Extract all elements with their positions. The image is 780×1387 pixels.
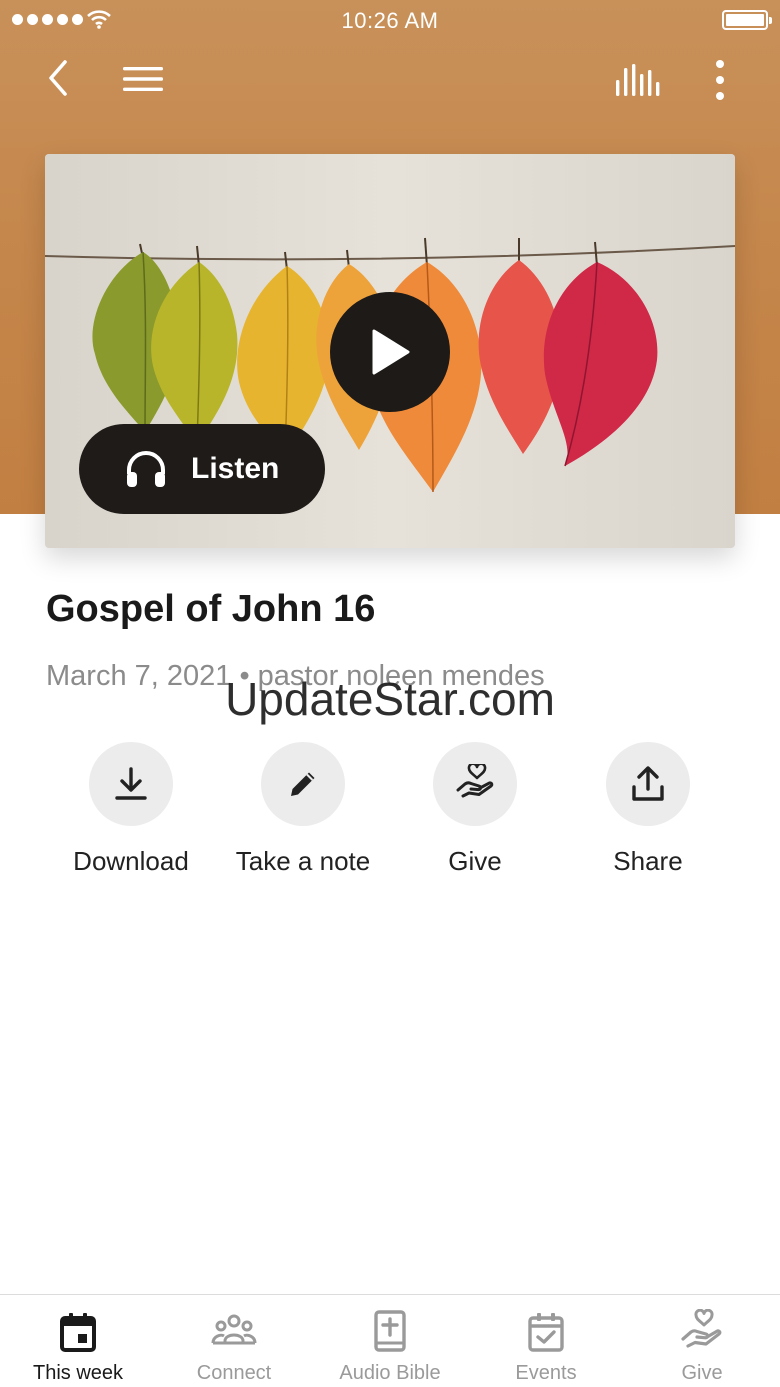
more-options-button[interactable] <box>700 56 740 104</box>
tab-give[interactable]: Give <box>624 1295 780 1387</box>
status-bar: 10:26 AM <box>0 0 780 40</box>
play-button[interactable] <box>330 292 450 412</box>
share-button[interactable]: Share <box>562 742 734 882</box>
battery-icon <box>722 10 772 30</box>
status-time: 10:26 AM <box>341 8 439 33</box>
tab-label: Give <box>681 1362 723 1384</box>
tab-label: Events <box>515 1362 577 1384</box>
vertical-dots-icon <box>716 60 724 100</box>
share-label: Share <box>613 846 683 876</box>
back-button[interactable] <box>38 56 78 100</box>
listen-label: Listen <box>191 452 280 485</box>
calendar-icon <box>60 1313 96 1352</box>
play-icon <box>372 329 410 375</box>
tab-label: Connect <box>196 1362 272 1384</box>
media-card: Listen <box>45 154 735 548</box>
download-icon <box>115 767 147 800</box>
take-note-circle <box>261 742 345 826</box>
tab-label: Audio Bible <box>339 1362 441 1384</box>
give-button[interactable]: Give <box>389 742 561 882</box>
listen-button[interactable]: Listen <box>79 424 325 514</box>
take-note-label: Take a note <box>235 846 371 876</box>
bible-icon <box>374 1310 406 1352</box>
group-icon <box>211 1314 257 1345</box>
audio-bars-icon <box>616 64 660 96</box>
menu-button[interactable] <box>118 58 168 100</box>
sermon-title: Gospel of John 16 <box>46 588 376 630</box>
tab-bar: This week Connect Audio Bible Events Giv… <box>0 1294 780 1387</box>
audio-levels-button[interactable] <box>612 58 662 102</box>
tab-events[interactable]: Events <box>468 1295 624 1387</box>
give-label: Give <box>448 846 502 876</box>
calendar-check-icon <box>528 1313 564 1352</box>
tab-label: This week <box>32 1362 124 1384</box>
give-circle <box>433 742 517 826</box>
heart-hand-icon <box>681 1309 722 1348</box>
tab-audio-bible[interactable]: Audio Bible <box>312 1295 468 1387</box>
tab-connect[interactable]: Connect <box>156 1295 312 1387</box>
heart-hand-icon <box>456 764 494 798</box>
chevron-left-icon <box>49 60 67 96</box>
download-button[interactable]: Download <box>45 742 217 882</box>
download-circle <box>89 742 173 826</box>
take-note-button[interactable]: Take a note <box>217 742 389 882</box>
headphones-icon <box>127 451 165 487</box>
tab-this-week[interactable]: This week <box>0 1295 156 1387</box>
pencil-icon <box>291 772 315 796</box>
hamburger-menu-icon <box>123 67 163 91</box>
share-circle <box>606 742 690 826</box>
watermark: UpdateStar.com <box>225 673 555 725</box>
share-icon <box>632 766 664 801</box>
download-label: Download <box>73 846 189 876</box>
